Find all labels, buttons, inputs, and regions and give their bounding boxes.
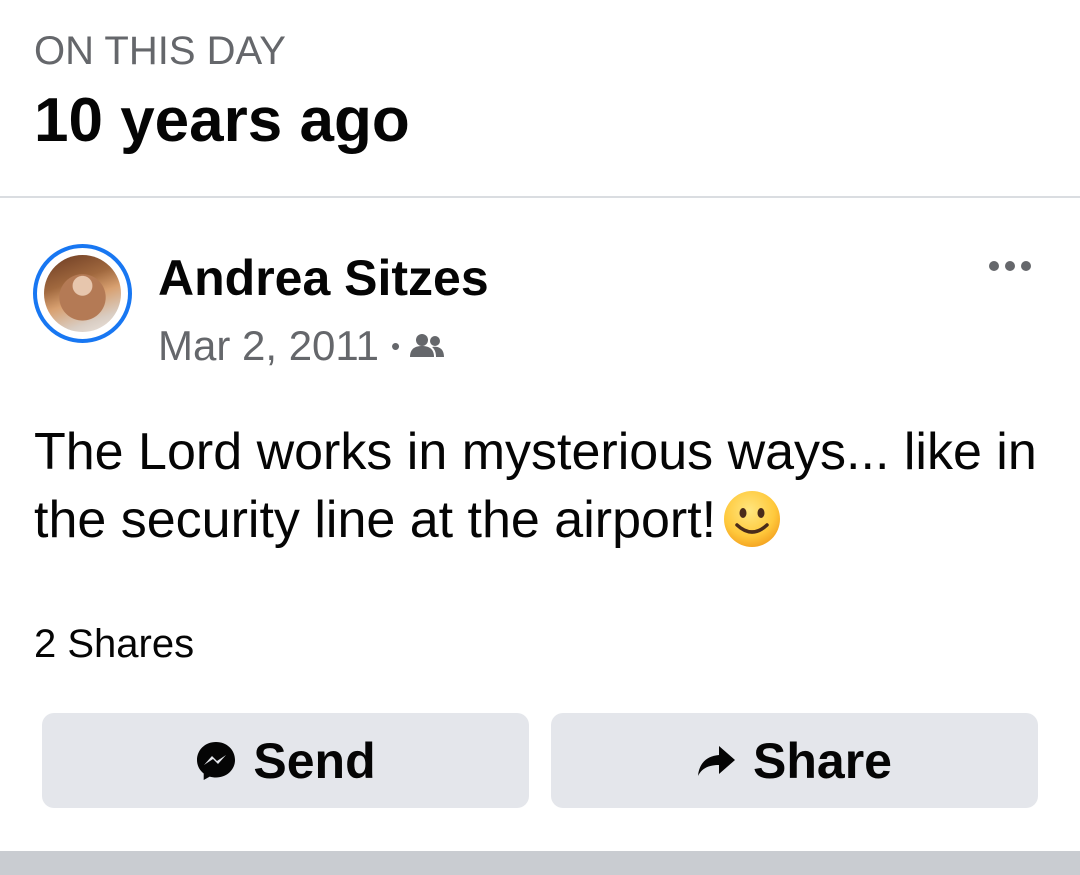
memory-headline: 10 years ago (34, 86, 410, 155)
avatar-photo (44, 255, 121, 332)
smiling-face-emoji-icon (724, 491, 781, 547)
card-separator (0, 851, 1080, 875)
share-button[interactable]: Share (551, 713, 1038, 808)
author-name[interactable]: Andrea Sitzes (158, 250, 489, 306)
send-button[interactable]: Send (42, 713, 529, 808)
memory-header: ON THIS DAY 10 years ago (0, 0, 1080, 196)
friends-icon[interactable] (410, 333, 445, 359)
post-text: The Lord works in mysterious ways... lik… (34, 423, 1037, 549)
memory-card: ON THIS DAY 10 years ago Andrea Sitzes M… (0, 0, 1080, 875)
send-label: Send (253, 732, 376, 789)
meta-separator: • (391, 330, 401, 361)
share-label: Share (753, 732, 892, 789)
share-arrow-icon (698, 745, 736, 776)
post-date[interactable]: Mar 2, 2011 (158, 322, 379, 370)
more-options-button[interactable] (980, 248, 1040, 284)
shares-count[interactable]: 2 Shares (34, 620, 194, 668)
messenger-icon (197, 741, 236, 780)
memory-eyebrow: ON THIS DAY (34, 29, 286, 73)
post-body: The Lord works in mysterious ways... lik… (34, 418, 1054, 554)
divider (0, 196, 1080, 198)
avatar[interactable] (33, 244, 132, 343)
post-meta: Mar 2, 2011 • (158, 322, 445, 370)
more-icon (989, 261, 1031, 271)
